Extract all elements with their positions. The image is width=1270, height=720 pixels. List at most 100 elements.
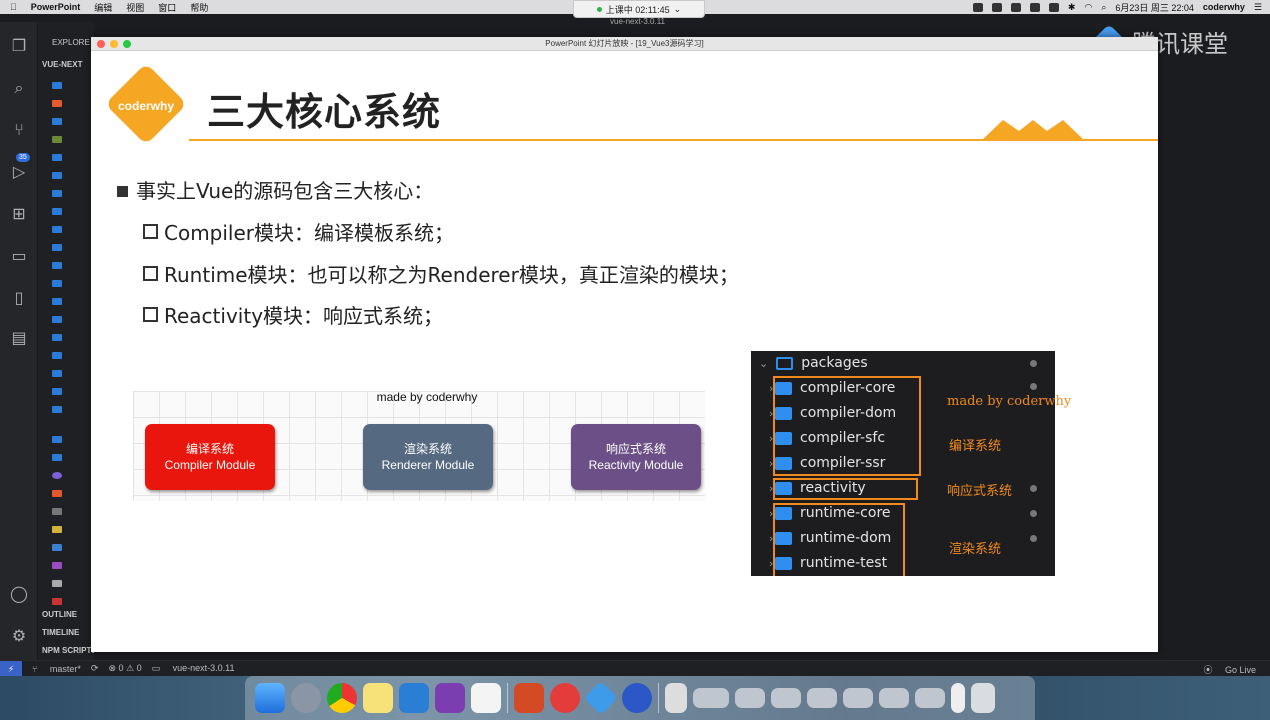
files-icon[interactable]: ❐ bbox=[8, 36, 30, 58]
notes-icon[interactable] bbox=[363, 683, 393, 713]
folder-icon bbox=[52, 435, 62, 443]
menu-view[interactable]: 视图 bbox=[126, 1, 144, 14]
tree-item[interactable] bbox=[52, 450, 94, 464]
branch-indicator[interactable]: ⑂ master* bbox=[32, 664, 81, 674]
wifi-icon[interactable]: ◠ bbox=[1084, 2, 1092, 13]
tree-item[interactable] bbox=[52, 240, 94, 254]
launchpad-icon[interactable] bbox=[291, 683, 321, 713]
tree-item[interactable] bbox=[52, 432, 94, 446]
bluetooth-icon[interactable]: ✱ bbox=[1068, 2, 1076, 13]
tree-item[interactable] bbox=[52, 504, 94, 518]
reactivity-module-box: 响应式系统 Reactivity Module bbox=[571, 424, 701, 490]
tree-item[interactable] bbox=[52, 366, 94, 380]
outline-section[interactable]: OUTLINE bbox=[42, 610, 77, 619]
remote-indicator-icon[interactable]: ⚡ bbox=[0, 660, 22, 677]
account-icon[interactable]: ◯ bbox=[8, 584, 30, 606]
problems-indicator[interactable]: ⊗ 0 ⚠ 0 bbox=[108, 663, 141, 674]
bookmark-icon[interactable]: ▯ bbox=[8, 288, 30, 310]
tree-item[interactable] bbox=[52, 258, 94, 272]
reactivity-group-label: 响应式系统 bbox=[947, 484, 1013, 499]
search-icon[interactable]: ⌕ bbox=[1101, 2, 1106, 13]
npm-scripts-section[interactable]: NPM SCRIPTS bbox=[42, 646, 94, 655]
chrome-icon[interactable] bbox=[327, 683, 357, 713]
window-thumbnail-icon[interactable] bbox=[735, 688, 765, 708]
tree-item[interactable] bbox=[52, 114, 94, 128]
screenflow-icon[interactable] bbox=[622, 683, 652, 713]
menu-window[interactable]: 窗口 bbox=[158, 1, 176, 14]
folder-icon[interactable]: ▤ bbox=[8, 328, 30, 350]
menu-help[interactable]: 帮助 bbox=[190, 1, 208, 14]
tree-item[interactable] bbox=[52, 594, 94, 608]
window-thumbnail-icon[interactable] bbox=[771, 688, 801, 708]
control-center-icon[interactable]: ☰ bbox=[1254, 2, 1262, 13]
tree-item[interactable] bbox=[52, 186, 94, 200]
tree-item[interactable] bbox=[52, 576, 94, 590]
tree-item[interactable] bbox=[52, 294, 94, 308]
apple-icon[interactable]:  bbox=[10, 2, 17, 12]
dock-separator bbox=[507, 683, 508, 713]
settings-gear-icon[interactable]: ⚙ bbox=[8, 626, 30, 648]
tree-item[interactable] bbox=[52, 402, 94, 416]
clock[interactable]: 6月23日 周三 22:04 bbox=[1115, 1, 1194, 14]
sync-icon[interactable]: ⟳ bbox=[91, 663, 99, 674]
tree-item[interactable] bbox=[52, 330, 94, 344]
user-name[interactable]: coderwhy bbox=[1203, 2, 1245, 12]
remote-icon[interactable]: ▭ bbox=[8, 246, 30, 268]
tree-item[interactable] bbox=[52, 558, 94, 572]
tree-item[interactable] bbox=[52, 78, 94, 92]
window-thumbnail-icon[interactable] bbox=[879, 688, 909, 708]
tree-item[interactable] bbox=[52, 312, 94, 326]
tree-item[interactable] bbox=[52, 384, 94, 398]
reactivity-module-en: Reactivity Module bbox=[588, 458, 684, 472]
tree-item[interactable] bbox=[52, 276, 94, 290]
powerpoint-icon[interactable] bbox=[514, 683, 544, 713]
live-status-pill[interactable]: 上课中 02:11:45 ⌄ bbox=[573, 0, 705, 18]
file-icon bbox=[52, 471, 62, 479]
tree-item[interactable] bbox=[52, 168, 94, 182]
tree-item[interactable] bbox=[52, 204, 94, 218]
trash-icon[interactable] bbox=[971, 683, 995, 713]
tray-camera-icon[interactable] bbox=[972, 2, 983, 12]
window-project-name: vue-next-3.0.11 bbox=[610, 17, 665, 26]
go-live-button[interactable]: ⦿ Go Live bbox=[1203, 663, 1256, 676]
explorer-root[interactable]: VUE-NEXT bbox=[42, 60, 82, 69]
document-icon[interactable] bbox=[665, 683, 687, 713]
vscode-icon[interactable] bbox=[399, 683, 429, 713]
status-dot bbox=[1030, 360, 1037, 367]
source-control-icon[interactable]: ⑂ bbox=[8, 120, 30, 142]
typora-icon[interactable] bbox=[471, 683, 501, 713]
tray-p-icon[interactable] bbox=[991, 2, 1002, 12]
tree-item[interactable] bbox=[52, 150, 94, 164]
window-thumbnail-icon[interactable] bbox=[843, 688, 873, 708]
tree-item[interactable] bbox=[52, 348, 94, 362]
window-thumbnail-icon[interactable] bbox=[807, 688, 837, 708]
folder-indicator[interactable]: ▭ vue-next-3.0.11 bbox=[152, 663, 235, 674]
timeline-section[interactable]: TIMELINE bbox=[42, 628, 79, 637]
tree-item[interactable] bbox=[52, 486, 94, 500]
window-thumbnail-icon[interactable] bbox=[915, 688, 945, 708]
menu-edit[interactable]: 编辑 bbox=[94, 1, 112, 14]
onenote-icon[interactable] bbox=[435, 683, 465, 713]
run-debug-icon[interactable]: ▷ bbox=[8, 162, 30, 184]
window-thumbnail-icon[interactable] bbox=[693, 688, 729, 708]
tray-wechat-icon[interactable] bbox=[1029, 2, 1040, 12]
close-icon[interactable] bbox=[97, 40, 105, 48]
tencent-classroom-icon[interactable] bbox=[584, 681, 618, 715]
extensions-icon[interactable]: ⊞ bbox=[8, 204, 30, 226]
app-menu[interactable]: PowerPoint bbox=[31, 2, 81, 12]
zoom-icon[interactable] bbox=[123, 40, 131, 48]
minimize-icon[interactable] bbox=[110, 40, 118, 48]
tree-item[interactable] bbox=[52, 468, 94, 482]
finder-icon[interactable] bbox=[255, 683, 285, 713]
tree-item[interactable] bbox=[52, 522, 94, 536]
bullet-runtime: Runtime模块：也可以称之为Renderer模块，真正渲染的模块； bbox=[143, 259, 739, 288]
netease-music-icon[interactable] bbox=[550, 683, 580, 713]
tree-item[interactable] bbox=[52, 222, 94, 236]
tray-grid-icon[interactable] bbox=[1010, 2, 1021, 12]
tree-item[interactable] bbox=[52, 540, 94, 554]
tray-s-icon[interactable] bbox=[1048, 2, 1059, 12]
file-stack-icon[interactable] bbox=[951, 683, 965, 713]
tree-item[interactable] bbox=[52, 96, 94, 110]
search-icon[interactable]: ⌕ bbox=[8, 78, 30, 100]
tree-item[interactable] bbox=[52, 132, 94, 146]
